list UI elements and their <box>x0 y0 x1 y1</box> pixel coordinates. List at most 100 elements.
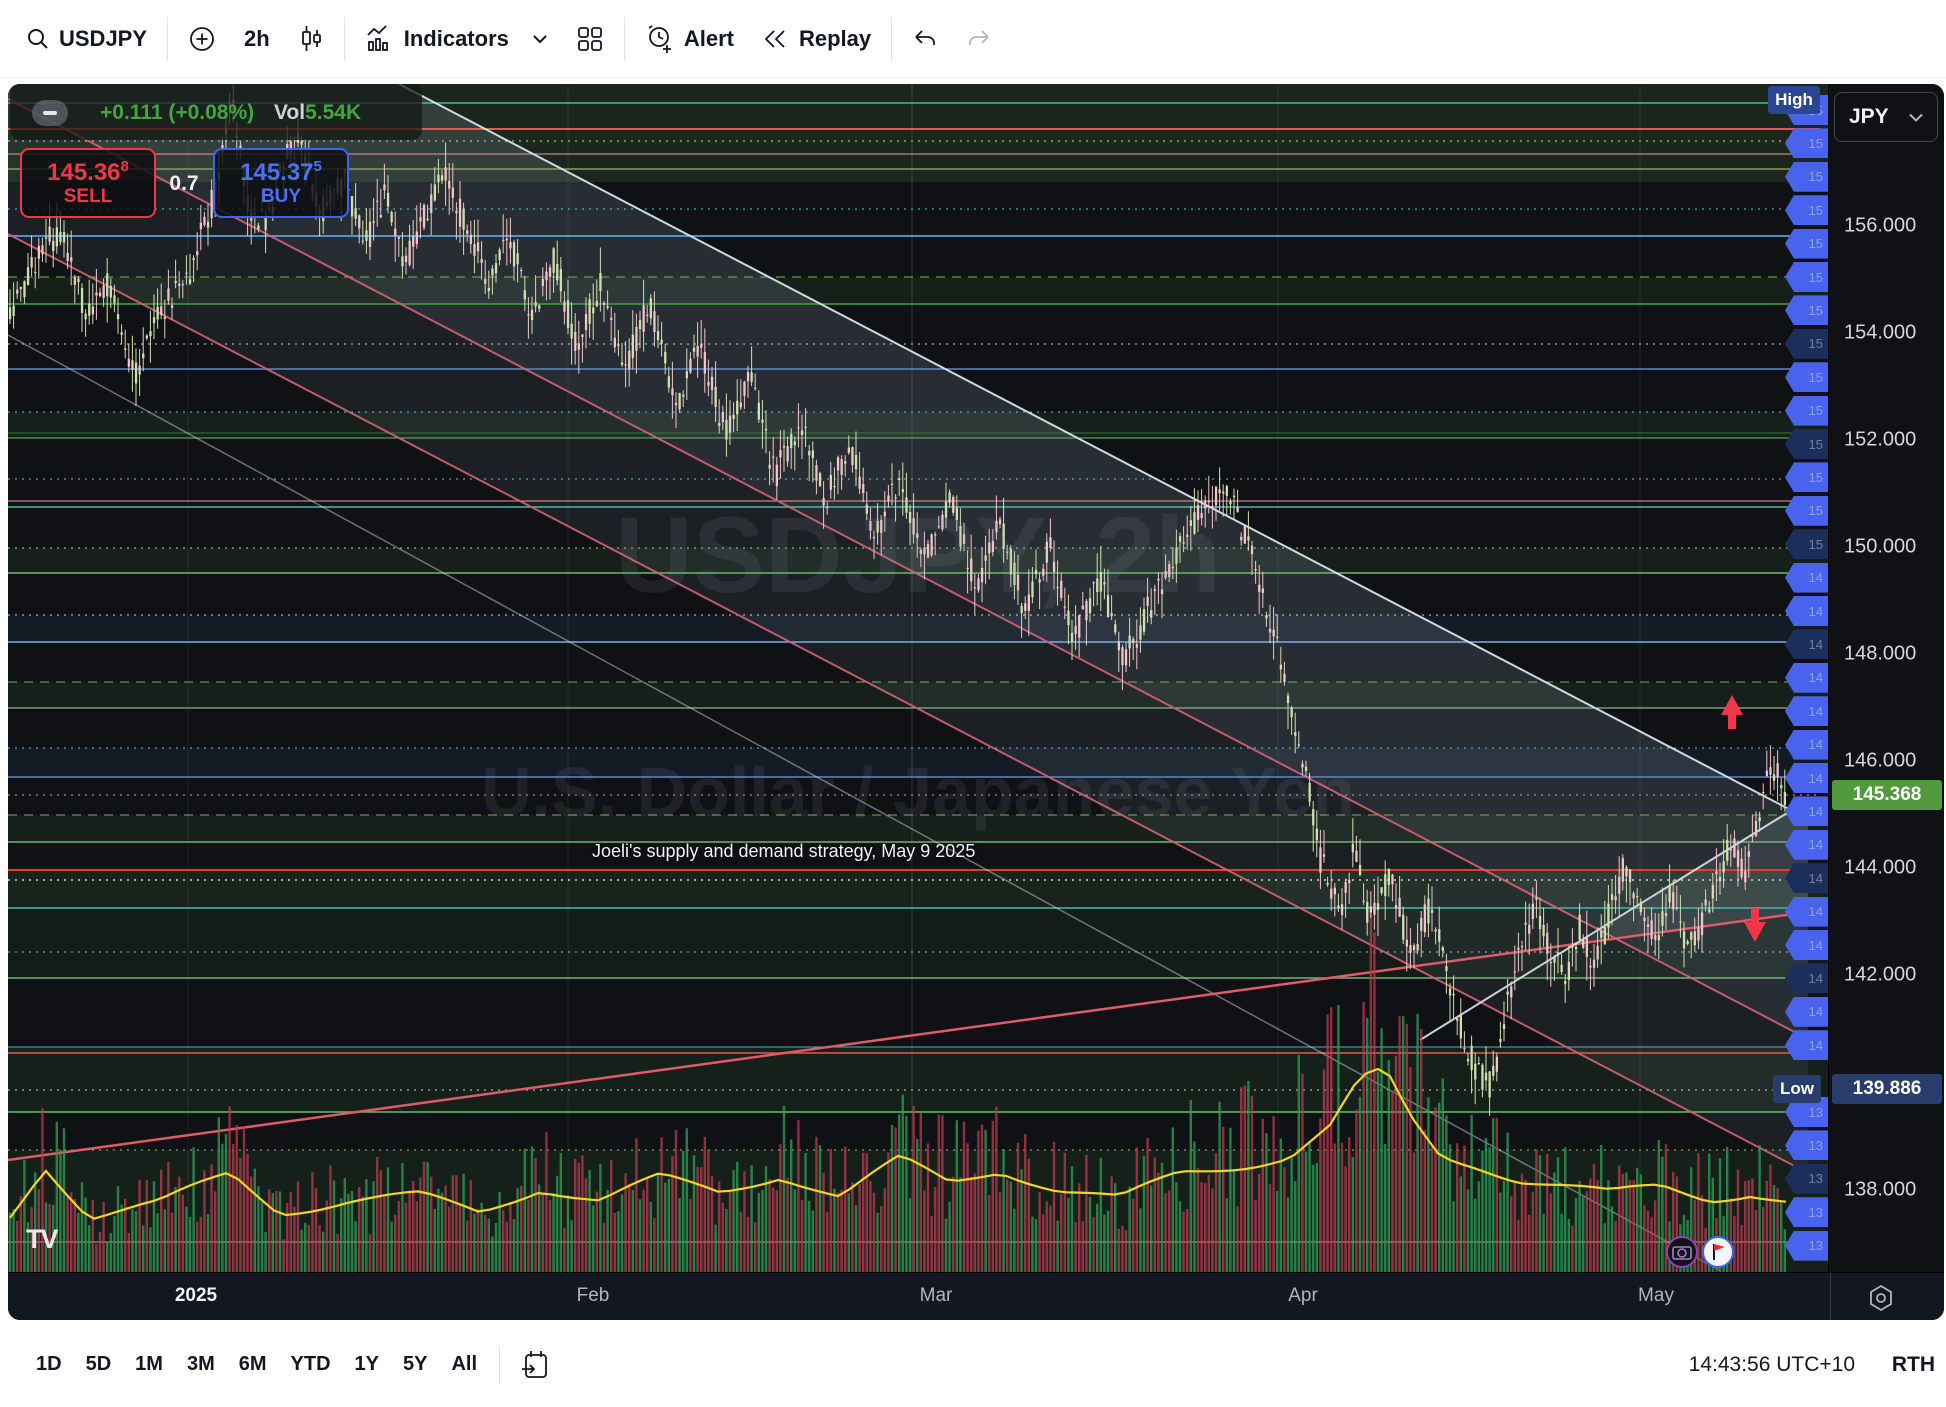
time-axis-divider <box>1830 1273 1831 1320</box>
replay-label: Replay <box>799 26 871 52</box>
price-scale-label: 142.000 <box>1844 964 1916 987</box>
layout-templates-button[interactable] <box>562 25 618 53</box>
toolbar-separator <box>891 17 892 61</box>
price-alert-tag[interactable]: 13 <box>1785 1164 1828 1194</box>
compare-add-button[interactable] <box>174 25 230 53</box>
indicators-button[interactable]: Indicators <box>351 25 562 53</box>
price-alert-tag[interactable]: 15 <box>1785 295 1828 325</box>
range-button-all[interactable]: All <box>439 1345 489 1384</box>
alert-label: Alert <box>684 26 734 52</box>
price-alert-tag[interactable]: 14 <box>1785 830 1828 860</box>
current-price-tag: 145.368 <box>1832 780 1942 810</box>
redo-button[interactable] <box>952 28 1006 50</box>
sell-price-fraction: 8 <box>121 158 129 175</box>
range-button-5y[interactable]: 5Y <box>391 1345 439 1384</box>
currency-dropdown[interactable]: JPY <box>1834 92 1938 142</box>
price-alert-tag[interactable]: 15 <box>1785 229 1828 259</box>
chevron-down-icon <box>1909 113 1923 122</box>
price-scale-label: 146.000 <box>1844 750 1916 773</box>
minus-icon <box>43 111 57 115</box>
sell-button[interactable]: 145.368 SELL <box>20 148 156 218</box>
price-alert-tag[interactable]: 15 <box>1785 128 1828 158</box>
indicators-icon <box>365 25 395 53</box>
range-button-1y[interactable]: 1Y <box>343 1345 391 1384</box>
low-price-tag: Low <box>1773 1075 1821 1103</box>
screenshot-icon[interactable] <box>1666 1236 1698 1268</box>
range-button-1m[interactable]: 1M <box>123 1345 175 1384</box>
price-alert-tag[interactable]: 14 <box>1785 696 1828 726</box>
price-alert-tag[interactable]: 14 <box>1785 897 1828 927</box>
price-scale-label: 150.000 <box>1844 536 1916 559</box>
currency-label: JPY <box>1849 105 1889 129</box>
price-alert-tag[interactable]: 15 <box>1785 429 1828 459</box>
price-alert-tag[interactable]: 14 <box>1785 730 1828 760</box>
symbol-search-button[interactable]: USDJPY <box>0 26 161 52</box>
price-scale-label: 156.000 <box>1844 215 1916 238</box>
range-button-1d[interactable]: 1D <box>24 1345 74 1384</box>
price-alert-tag[interactable]: 15 <box>1785 529 1828 559</box>
chart-plot-area[interactable]: USDJPY, 2h U.S. Dollar / Japanese Yen Jo… <box>8 84 1828 1272</box>
session-rth-button[interactable]: RTH <box>1892 1322 1935 1407</box>
price-alert-tag[interactable]: 15 <box>1785 262 1828 292</box>
time-axis-label-apr: Apr <box>1288 1285 1318 1307</box>
undo-icon <box>912 28 938 50</box>
replay-button[interactable]: Replay <box>748 26 885 52</box>
price-alert-tag[interactable]: 15 <box>1785 162 1828 192</box>
price-scale-label: 148.000 <box>1844 643 1916 666</box>
price-alert-tag[interactable]: 15 <box>1785 496 1828 526</box>
toolbar-separator <box>167 17 168 61</box>
sell-price: 145.36 <box>47 159 120 186</box>
tradingview-logo[interactable]: TV <box>26 1224 57 1255</box>
price-alert-tag[interactable]: 14 <box>1785 596 1828 626</box>
price-alert-tag[interactable]: 14 <box>1785 930 1828 960</box>
chart-annotation-text[interactable]: Joeli's supply and demand strategy, May … <box>592 841 975 862</box>
range-button-ytd[interactable]: YTD <box>279 1345 343 1384</box>
price-alert-tag[interactable]: 13 <box>1785 1130 1828 1160</box>
session-settings-button[interactable] <box>1864 1281 1898 1315</box>
price-alert-tag[interactable]: 13 <box>1785 1197 1828 1227</box>
price-scale[interactable]: JPY 145.368 139.886 156.000154.000152.00… <box>1828 84 1944 1272</box>
price-alert-tag[interactable]: 15 <box>1785 329 1828 359</box>
alert-button[interactable]: Alert <box>631 24 748 54</box>
price-alert-tag[interactable]: 14 <box>1785 563 1828 593</box>
chart-pane: USDJPY, 2h U.S. Dollar / Japanese Yen Jo… <box>8 84 1944 1320</box>
symbol-status-line: +0.111 (+0.08%) Vol5.54K <box>100 101 361 125</box>
publish-idea-icon[interactable] <box>1702 1236 1734 1268</box>
top-toolbar: USDJPY 2h Indicators <box>0 0 1946 78</box>
price-alert-tag[interactable]: 14 <box>1785 663 1828 693</box>
price-alert-tag[interactable]: 14 <box>1785 629 1828 659</box>
range-button-5d[interactable]: 5D <box>74 1345 124 1384</box>
price-alert-tag[interactable]: 15 <box>1785 462 1828 492</box>
go-to-date-button[interactable] <box>510 1349 560 1381</box>
gear-hexagon-icon <box>1867 1284 1895 1312</box>
clock-display[interactable]: 14:43:56 UTC+10 <box>1689 1322 1855 1407</box>
price-alert-tag[interactable]: 13 <box>1785 1231 1828 1261</box>
replay-icon <box>762 27 790 51</box>
interval-label: 2h <box>244 26 270 52</box>
price-alert-tag[interactable]: 14 <box>1785 863 1828 893</box>
toolbar-separator <box>624 17 625 61</box>
grid-layout-icon <box>576 25 604 53</box>
price-alert-tag[interactable]: 15 <box>1785 362 1828 392</box>
legend-collapse-button[interactable] <box>32 100 68 126</box>
buy-button[interactable]: 145.375 BUY <box>213 148 349 218</box>
price-alert-tag[interactable]: 15 <box>1785 195 1828 225</box>
price-alert-tag[interactable]: 14 <box>1785 796 1828 826</box>
sell-label: SELL <box>64 187 113 207</box>
volume-label: Vol <box>274 101 305 124</box>
range-button-6m[interactable]: 6M <box>227 1345 279 1384</box>
buy-price-fraction: 5 <box>314 158 322 175</box>
price-scale-label: 144.000 <box>1844 857 1916 880</box>
undo-button[interactable] <box>898 28 952 50</box>
price-alert-tag[interactable]: 15 <box>1785 396 1828 426</box>
volume-value: 5.54K <box>305 101 361 124</box>
price-alert-tag[interactable]: 14 <box>1785 963 1828 993</box>
price-alert-tag[interactable]: 14 <box>1785 997 1828 1027</box>
date-range-row: 1D5D1M3M6MYTD1Y5YAll <box>0 1345 489 1384</box>
price-alert-tag[interactable]: 14 <box>1785 763 1828 793</box>
range-button-3m[interactable]: 3M <box>175 1345 227 1384</box>
chart-style-button[interactable] <box>284 24 338 54</box>
time-axis[interactable]: 2025FebMarAprMay <box>8 1272 1944 1320</box>
interval-button[interactable]: 2h <box>230 26 284 52</box>
price-alert-tag[interactable]: 14 <box>1785 1030 1828 1060</box>
